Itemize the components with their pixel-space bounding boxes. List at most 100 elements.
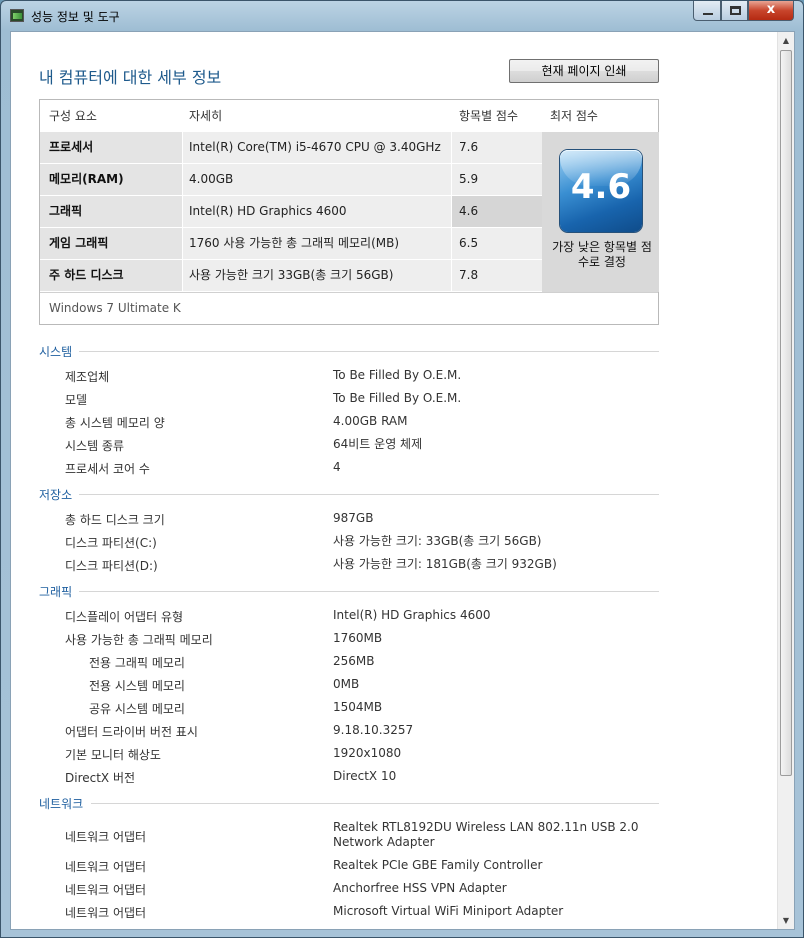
base-score-panel: 4.6 가장 낮은 항목별 점수로 결정	[542, 132, 659, 292]
info-label: 네트워크 어댑터	[65, 860, 147, 874]
section-divider	[91, 803, 659, 804]
component-detail: 1760 사용 가능한 총 그래픽 메모리(MB)	[183, 228, 451, 259]
minimize-icon	[703, 13, 713, 15]
info-label: 프로세서 코어 수	[65, 462, 150, 476]
section-title: 저장소	[39, 488, 73, 502]
component-detail: 4.00GB	[183, 164, 451, 195]
component-name: 그래픽	[40, 196, 182, 227]
score-row-primary-disk: 주 하드 디스크 사용 가능한 크기 33GB(총 크기 56GB) 7.8	[40, 260, 542, 292]
component-score: 5.9	[452, 164, 542, 195]
header-detail: 자세히	[189, 109, 223, 123]
info-label: 네트워크 어댑터	[65, 830, 147, 844]
scroll-down-arrow-icon[interactable]: ▼	[778, 912, 794, 929]
info-value: 4	[333, 460, 341, 474]
info-label: 전용 그래픽 메모리	[89, 656, 185, 670]
header-base-score: 최저 점수	[550, 109, 598, 123]
section-graphics: 그래픽	[39, 583, 659, 600]
info-value: 사용 가능한 크기: 181GB(총 크기 932GB)	[333, 557, 557, 571]
minimize-button[interactable]	[693, 1, 721, 21]
title-bar[interactable]: 성능 정보 및 도구 x	[1, 1, 803, 31]
adapter-name-line1: Realtek RTL8192DU Wireless LAN 802.11n U…	[333, 820, 639, 834]
close-icon: x	[766, 2, 776, 17]
info-label: 제조업체	[65, 370, 110, 384]
info-value: Anchorfree HSS VPN Adapter	[333, 881, 507, 895]
info-value: 1504MB	[333, 700, 383, 714]
score-row-graphics: 그래픽 Intel(R) HD Graphics 4600 4.6	[40, 196, 542, 228]
info-value: 1920x1080	[333, 746, 402, 760]
info-value: To Be Filled By O.E.M.	[333, 368, 462, 382]
component-name: 게임 그래픽	[40, 228, 182, 259]
base-score-badge: 4.6	[560, 150, 642, 232]
info-label: 디스크 파티션(D:)	[65, 559, 158, 573]
component-score: 7.6	[452, 132, 542, 163]
page-title: 내 컴퓨터에 대한 세부 정보	[39, 68, 222, 87]
component-score: 7.8	[452, 260, 542, 291]
performance-app-icon	[10, 9, 24, 22]
info-label: 공유 시스템 메모리	[89, 702, 185, 716]
info-label: 어댑터 드라이버 버전 표시	[65, 725, 198, 739]
info-value: Microsoft Virtual WiFi Miniport Adapter	[333, 904, 564, 918]
info-label: 디스플레이 어댑터 유형	[65, 610, 184, 624]
info-value: 0MB	[333, 677, 360, 691]
info-value: To Be Filled By O.E.M.	[333, 391, 462, 405]
window-title: 성능 정보 및 도구	[31, 10, 120, 24]
section-storage: 저장소	[39, 486, 659, 503]
info-label: 전용 시스템 메모리	[89, 679, 185, 693]
score-row-gaming-graphics: 게임 그래픽 1760 사용 가능한 총 그래픽 메모리(MB) 6.5	[40, 228, 542, 260]
component-detail: Intel(R) Core(TM) i5-4670 CPU @ 3.40GHz	[183, 132, 451, 163]
info-value: Intel(R) HD Graphics 4600	[333, 608, 491, 622]
scroll-up-arrow-icon[interactable]: ▲	[778, 32, 794, 49]
base-score-value: 4.6	[570, 167, 632, 207]
maximize-icon	[730, 6, 741, 15]
info-label: 시스템 종류	[65, 439, 125, 453]
info-label: 네트워크 어댑터	[65, 883, 147, 897]
header-component: 구성 요소	[49, 109, 97, 123]
component-name: 메모리(RAM)	[40, 164, 182, 195]
os-edition: Windows 7 Ultimate K	[40, 292, 658, 324]
base-score-caption: 가장 낮은 항목별 점수로 결정	[552, 240, 652, 269]
info-value: 4.00GB RAM	[333, 414, 408, 428]
section-title: 시스템	[39, 345, 73, 359]
info-value: DirectX 10	[333, 769, 397, 783]
performance-info-window: 성능 정보 및 도구 x 내 컴퓨터에 대한 세부 정보 현재 페이지 인쇄 구…	[0, 0, 804, 938]
component-score: 6.5	[452, 228, 542, 259]
score-row-memory: 메모리(RAM) 4.00GB 5.9	[40, 164, 542, 196]
component-name: 프로세서	[40, 132, 182, 163]
score-table: 구성 요소 자세히 항목별 점수 최저 점수 프로세서 Intel(R) Cor…	[39, 99, 659, 325]
header-subscore: 항목별 점수	[459, 109, 519, 123]
info-label: DirectX 버전	[65, 771, 136, 785]
section-divider	[79, 351, 659, 352]
info-value: 1760MB	[333, 631, 383, 645]
vertical-scrollbar[interactable]: ▲ ▼	[777, 32, 794, 929]
info-label: 디스크 파티션(C:)	[65, 536, 157, 550]
section-divider	[79, 494, 659, 495]
scroll-thumb[interactable]	[780, 50, 792, 776]
print-page-button[interactable]: 현재 페이지 인쇄	[509, 59, 659, 83]
info-value: 256MB	[333, 654, 375, 668]
close-button[interactable]: x	[748, 1, 794, 21]
info-label: 기본 모니터 해상도	[65, 748, 161, 762]
section-title: 그래픽	[39, 585, 73, 599]
info-value: 64비트 운영 체제	[333, 437, 423, 451]
component-detail: Intel(R) HD Graphics 4600	[183, 196, 451, 227]
info-label: 네트워크 어댑터	[65, 906, 147, 920]
info-value: 987GB	[333, 511, 374, 525]
content-pane: 내 컴퓨터에 대한 세부 정보 현재 페이지 인쇄 구성 요소 자세히 항목별 …	[10, 31, 795, 930]
section-network: 네트워크	[39, 795, 659, 812]
component-score: 4.6	[452, 196, 542, 227]
section-system: 시스템	[39, 343, 659, 360]
info-value: 9.18.10.3257	[333, 723, 414, 737]
info-value: Realtek PCIe GBE Family Controller	[333, 858, 543, 872]
score-row-processor: 프로세서 Intel(R) Core(TM) i5-4670 CPU @ 3.4…	[40, 132, 542, 164]
info-label: 모델	[65, 393, 88, 407]
section-title: 네트워크	[39, 797, 84, 811]
component-detail: 사용 가능한 크기 33GB(총 크기 56GB)	[183, 260, 451, 291]
section-divider	[79, 591, 659, 592]
info-label: 총 시스템 메모리 양	[65, 416, 165, 430]
maximize-button[interactable]	[721, 1, 748, 21]
info-label: 총 하드 디스크 크기	[65, 513, 165, 527]
component-name: 주 하드 디스크	[40, 260, 182, 291]
info-label: 사용 가능한 총 그래픽 메모리	[65, 633, 213, 647]
adapter-name-line2: Network Adapter	[333, 835, 435, 849]
info-value: 사용 가능한 크기: 33GB(총 크기 56GB)	[333, 534, 542, 548]
